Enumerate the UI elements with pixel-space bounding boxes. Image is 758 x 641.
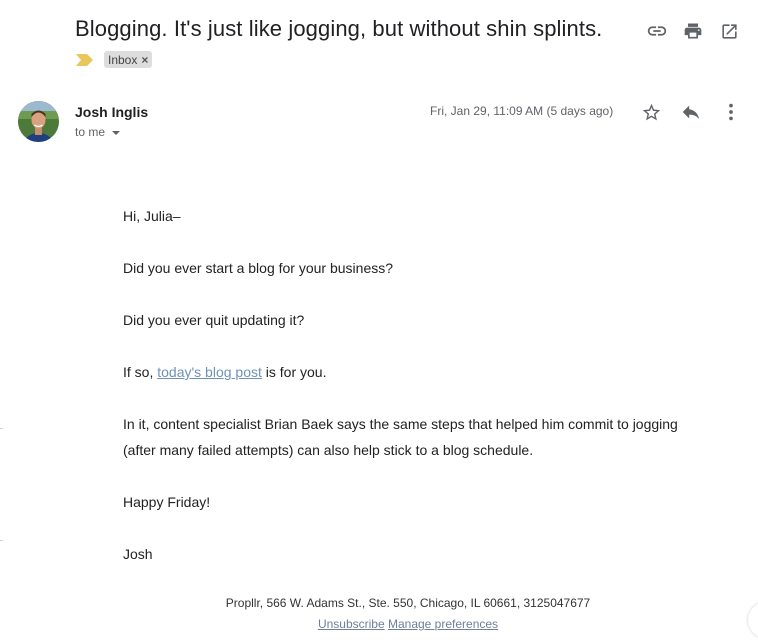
inbox-label-chip[interactable]: Inbox × (104, 51, 153, 68)
open-in-new-window-icon[interactable] (718, 20, 740, 42)
labels-row: Inbox × (76, 51, 153, 68)
top-actions (646, 20, 740, 42)
edge-divider (0, 540, 3, 541)
more-vert-icon[interactable] (720, 101, 742, 123)
body-paragraph: Did you ever start a blog for your busin… (123, 260, 394, 276)
sender-name[interactable]: Josh Inglis (75, 104, 148, 120)
edge-divider (0, 428, 3, 429)
blog-post-link[interactable]: today's blog post (157, 364, 262, 380)
greeting-text: Hi, Julia– (123, 208, 181, 224)
message-actions (640, 101, 742, 123)
body-paragraph: Did you ever quit updating it? (123, 312, 305, 328)
email-view: Blogging. It's just like jogging, but wi… (0, 0, 758, 641)
chevron-down-icon[interactable] (112, 130, 121, 135)
body-paragraph-with-link: If so, today's blog post is for you. (123, 359, 683, 385)
remove-label-icon[interactable]: × (141, 53, 148, 67)
link-icon[interactable] (646, 20, 668, 42)
body-paragraph: In it, content specialist Brian Baek say… (123, 416, 678, 458)
avatar[interactable] (18, 101, 59, 142)
email-footer: Propllr, 566 W. Adams St., Ste. 550, Chi… (0, 596, 758, 631)
body-text-fragment: is for you. (261, 364, 327, 380)
recipient-details-toggle[interactable]: to me (75, 125, 121, 139)
inbox-label-text: Inbox (108, 52, 138, 67)
print-icon[interactable] (682, 20, 704, 42)
body-paragraph: Happy Friday! (123, 494, 211, 510)
message-body: Hi, Julia– Did you ever start a blog for… (123, 203, 683, 593)
signoff-text: Josh (123, 546, 153, 562)
message-date: Fri, Jan 29, 11:09 AM (5 days ago) (430, 104, 614, 118)
body-text-fragment: If so, (123, 364, 158, 380)
reply-icon[interactable] (680, 101, 702, 123)
footer-address: Propllr, 566 W. Adams St., Ste. 550, Chi… (225, 596, 591, 610)
footer-links: Unsubscribe Manage preferences (0, 617, 758, 631)
manage-preferences-link[interactable]: Manage preferences (388, 617, 498, 631)
star-icon[interactable] (640, 101, 662, 123)
email-subject: Blogging. It's just like jogging, but wi… (75, 16, 603, 41)
recipient-text: to me (75, 125, 106, 139)
importance-marker-icon[interactable] (76, 53, 94, 67)
unsubscribe-link[interactable]: Unsubscribe (318, 617, 385, 631)
